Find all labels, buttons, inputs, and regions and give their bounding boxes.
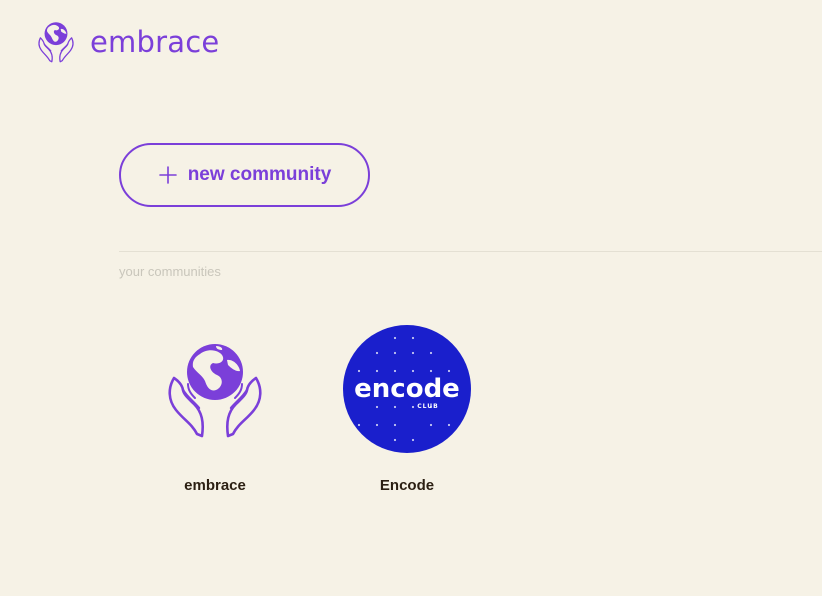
your-communities-heading: your communities bbox=[119, 264, 221, 279]
new-community-label: new community bbox=[187, 164, 332, 185]
community-card-embrace[interactable]: embrace bbox=[150, 324, 280, 494]
new-community-button[interactable]: new community bbox=[119, 143, 370, 207]
community-name: embrace bbox=[184, 477, 246, 494]
plus-icon bbox=[158, 166, 177, 184]
encode-logo-subtext: CLUB bbox=[417, 403, 438, 410]
globe-in-hands-icon bbox=[168, 344, 262, 438]
encode-club-logo: encode CLUB bbox=[343, 325, 471, 453]
community-name: Encode bbox=[379, 477, 435, 494]
page: embrace new community your communities e… bbox=[0, 0, 822, 596]
section-divider bbox=[119, 251, 822, 252]
globe-in-hands-icon bbox=[38, 22, 74, 63]
encode-logo-text: encode bbox=[354, 374, 460, 404]
brand-home-link[interactable]: embrace bbox=[30, 18, 219, 66]
brand-name: embrace bbox=[90, 24, 220, 59]
community-card-encode[interactable]: encode CLUB Encode bbox=[342, 324, 472, 494]
